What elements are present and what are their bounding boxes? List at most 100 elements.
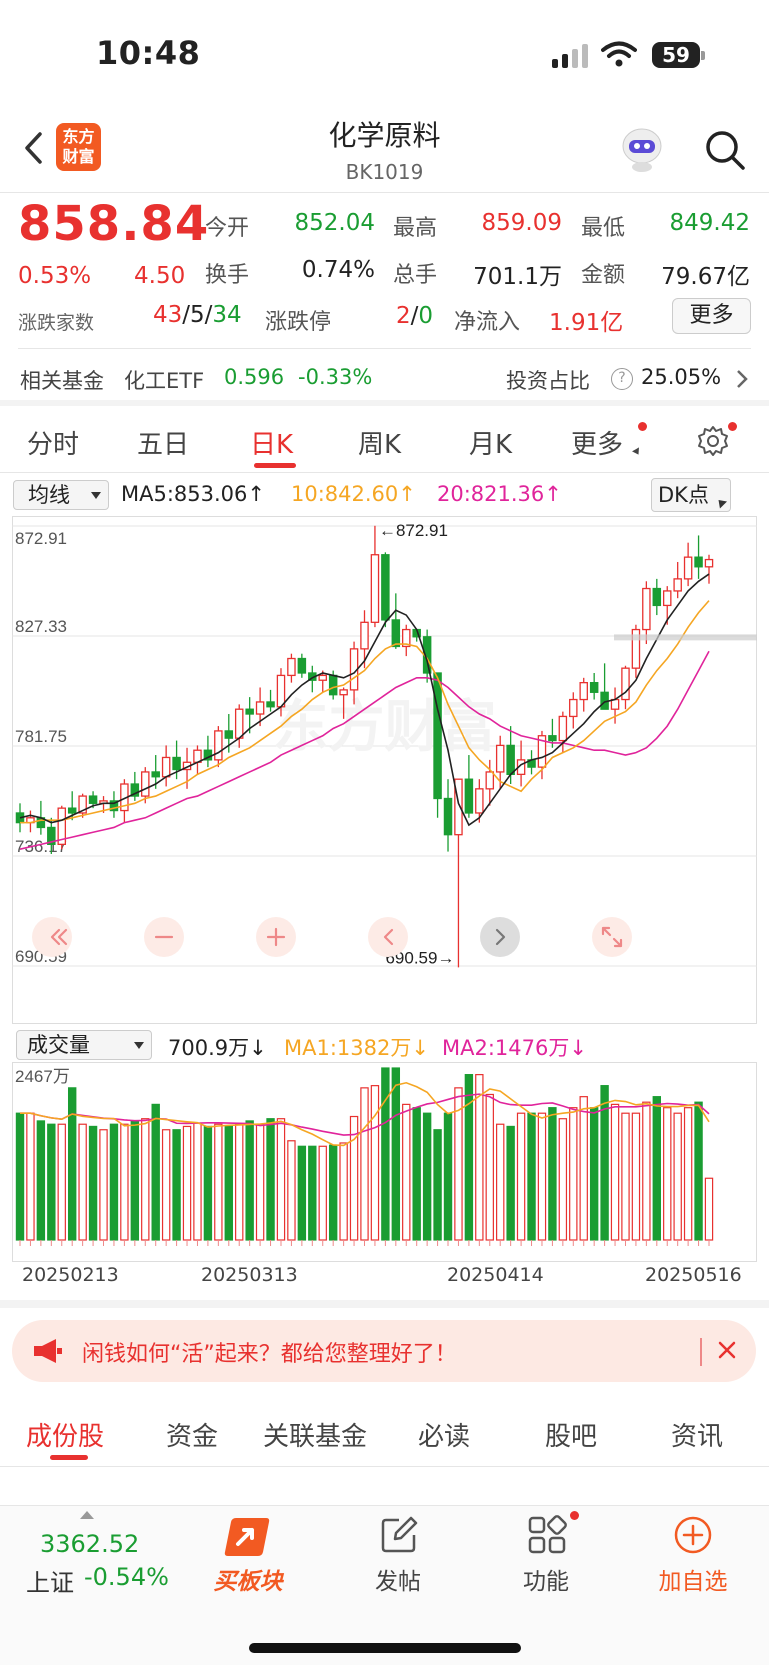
index-price[interactable]: 3362.52 [40,1530,139,1558]
volume-bar [391,1067,401,1241]
change-percent: 0.53% [18,263,92,289]
volume-current: 700.9万↓ [168,1036,267,1060]
step-back-button[interactable] [368,917,408,957]
buy-sector-icon[interactable] [222,1514,274,1558]
ma20-value: 20:821.36↑ [437,482,562,506]
volume-bar [370,1085,380,1241]
step-back-button-bg [368,917,408,957]
ma10-value: 10:842.60↑ [291,482,416,506]
nav-post[interactable]: 发帖 [338,1562,458,1596]
candle-body [339,689,348,696]
volume-bar [203,1125,213,1241]
low-value: 849.42 [669,210,750,236]
tab-more[interactable]: 更多 [571,424,623,461]
fund-name-link[interactable]: 化工ETF [124,365,204,395]
tab-capital-flow[interactable]: 资金 [166,1416,218,1453]
volume-bar [26,1112,35,1241]
volume-bar [224,1125,233,1241]
status-time: 10:48 [96,34,201,72]
limit-label: 涨跌停 [265,310,332,335]
x-date-label: 20250516 [645,1264,742,1286]
wifi-icon [601,41,637,67]
dropdown-arrow-icon [714,496,728,509]
tab-intraday[interactable]: 分时 [27,424,79,461]
volume-bar [683,1107,693,1241]
last-price: 858.84 [18,196,210,252]
volume-bar [496,1123,505,1241]
nav-buy-sector[interactable]: 买板块 [188,1562,308,1596]
close-icon[interactable] [714,1336,740,1364]
active-tab-indicator [50,1455,88,1460]
volume-bar [527,1112,536,1241]
candle-body [391,619,401,648]
volume-bar [694,1101,703,1241]
dk-point-select[interactable]: DK点 [651,478,731,512]
limit-down: 0 [418,303,434,329]
breadth-value: 43/5/34 [153,302,242,328]
banner-text[interactable]: 闲钱如何“活”起来？都给您整理好了！ [82,1336,457,1368]
zoom-out-button[interactable] [144,917,184,957]
search-icon[interactable] [703,128,747,172]
open-value: 852.04 [294,210,375,236]
volume-bar [328,1144,338,1241]
volume-bar [443,1112,453,1241]
fullscreen-button[interactable] [592,917,632,957]
index-name[interactable]: 上证 [26,1563,74,1598]
more-stats-button[interactable]: 更多 [672,298,751,334]
megaphone-icon [34,1339,62,1363]
tab-forum[interactable]: 股吧 [545,1416,597,1453]
volume-bar [287,1140,296,1241]
divider [0,472,769,473]
volume-bar [214,1123,223,1241]
compose-post-icon[interactable] [379,1515,419,1555]
breadth-down: 34 [212,302,242,328]
tab-monthly-k[interactable]: 月K [469,424,512,461]
volume-bar [579,1096,588,1241]
volume-bar [182,1125,192,1241]
rewind-button[interactable] [32,917,72,957]
volume-bar [99,1129,108,1241]
volume-bar [88,1125,98,1241]
fund-price: 0.596 [224,365,285,389]
functions-grid-icon[interactable] [527,1515,567,1555]
tab-constituents[interactable]: 成份股 [26,1416,104,1453]
caret-up-icon[interactable] [80,1511,94,1519]
add-watchlist-icon[interactable] [673,1515,713,1555]
volume-bar [255,1123,265,1241]
tab-five-day[interactable]: 五日 [137,424,189,461]
tab-must-read[interactable]: 必读 [418,1416,470,1453]
divider [18,348,751,349]
candle-body [642,587,651,631]
indicator-select[interactable]: 均线 [13,480,109,510]
tab-news[interactable]: 资讯 [671,1416,723,1453]
tab-related-funds[interactable]: 关联基金 [263,1416,367,1453]
battery-tip [701,51,705,60]
tab-daily-k[interactable]: 日K [250,424,293,461]
chevron-right-icon[interactable] [735,368,749,390]
volume-chart[interactable]: 2467万 [12,1062,757,1262]
zoom-in-button[interactable] [256,917,296,957]
ai-assistant-robot-icon[interactable] [617,124,667,174]
volume-bar [276,1118,286,1241]
index-change[interactable]: -0.54% [84,1563,169,1591]
volume-bar [558,1118,568,1241]
candle-body [328,674,338,696]
ma5-value: MA5:853.06↑ [121,482,265,506]
candle-body [652,587,662,607]
volume-indicator-select[interactable]: 成交量 [16,1030,152,1060]
step-forward-button[interactable] [480,917,520,957]
volume-bar [78,1123,87,1241]
high-label: 最高 [393,216,438,241]
nav-add-watchlist[interactable]: 加自选 [633,1562,753,1596]
tab-weekly-k[interactable]: 周K [358,424,401,461]
limit-value: 2/0 [396,303,434,329]
volume-bar [266,1118,275,1241]
gear-icon[interactable] [696,424,730,458]
volume-bar [537,1112,547,1241]
candlestick-chart[interactable]: 872.91827.33781.75736.17690.59东方财富←872.9… [12,516,757,1024]
active-tab-indicator [254,463,296,468]
volume-bar [548,1107,557,1241]
candle-body [548,735,557,742]
nav-functions[interactable]: 功能 [486,1562,606,1596]
help-question-icon[interactable]: ? [611,368,633,390]
